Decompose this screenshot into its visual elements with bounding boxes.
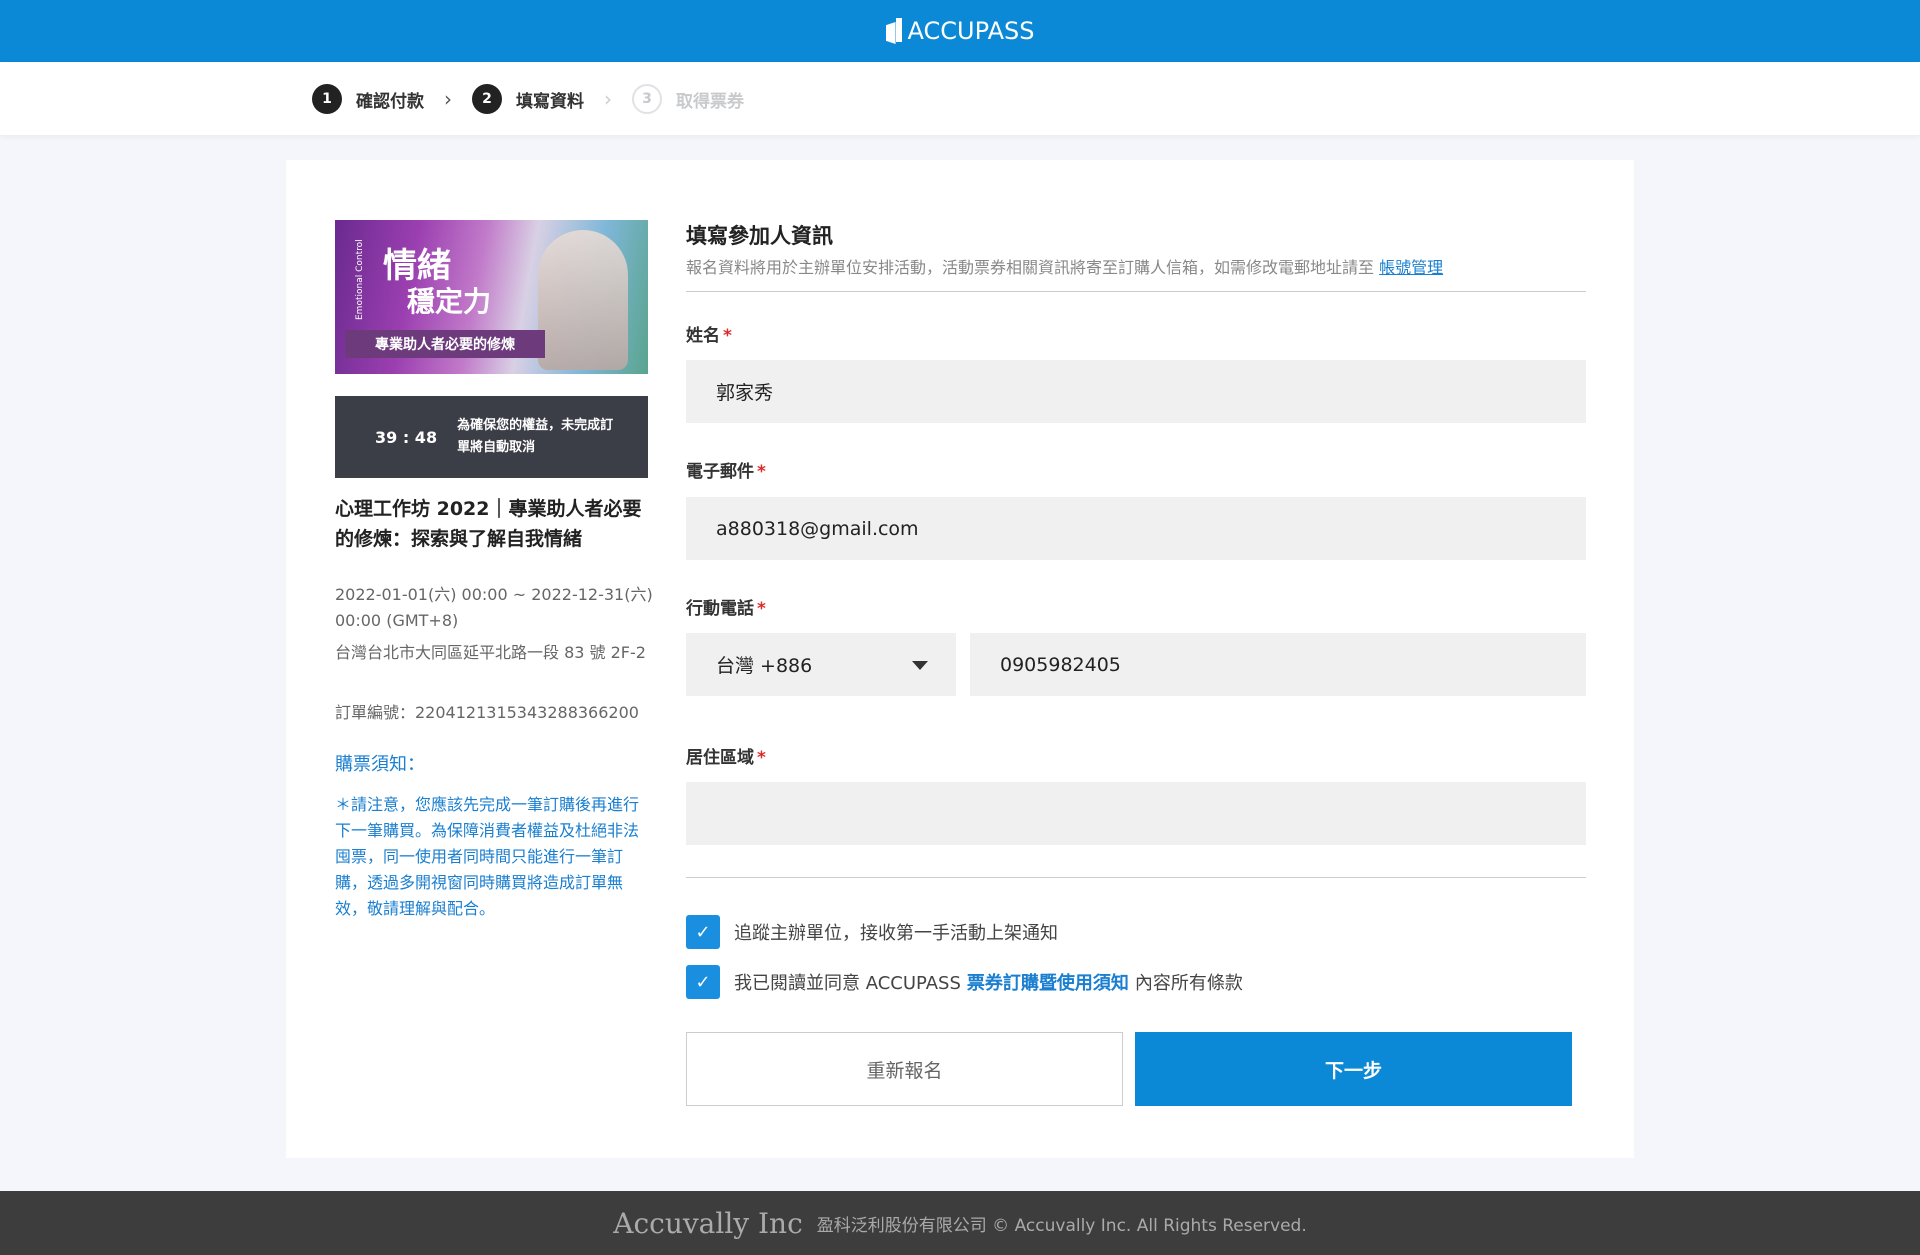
step-number: 1: [312, 84, 342, 114]
check-icon: ✓: [695, 921, 711, 943]
caret-down-icon: [912, 661, 928, 670]
agree-checkbox[interactable]: ✓: [686, 965, 720, 999]
phone-field[interactable]: 0905982405: [970, 633, 1586, 696]
agree-label-suffix: 內容所有條款: [1134, 973, 1243, 994]
region-label-text: 居住區域: [686, 748, 754, 768]
notice-body: ＊請注意，您應該先完成一筆訂購後再進行下一筆購買。為保障消費者權益及杜絕非法囤票…: [335, 795, 640, 918]
top-bar: ACCUPASS: [0, 0, 1920, 62]
logo-text: ACCUPASS: [907, 17, 1035, 45]
event-title: 心理工作坊 2022｜專業助人者必要的修煉：探索與了解自我情緒: [335, 498, 642, 550]
form-title: 填寫參加人資訊: [686, 224, 833, 248]
step-bar: 1 確認付款 › 2 填寫資料 › 3 取得票券: [0, 62, 1920, 135]
phone-label: 行動電話 *: [686, 594, 766, 619]
step-label: 確認付款: [356, 91, 424, 112]
region-field[interactable]: [686, 782, 1586, 845]
agree-label-prefix: 我已閱讀並同意 ACCUPASS: [734, 973, 961, 994]
required-mark: *: [757, 748, 766, 768]
chevron-right-icon: ›: [604, 87, 612, 111]
order-number: 訂單編號：2204121315343288366200: [335, 703, 639, 722]
next-step-button[interactable]: 下一步: [1135, 1032, 1572, 1106]
event-datetime: 2022-01-01(六) 00:00 ~ 2022-12-31(六) 00:0…: [335, 585, 653, 630]
step-number: 3: [632, 84, 662, 114]
agree-terms-row[interactable]: ✓ 我已閱讀並同意 ACCUPASS 票券訂購暨使用須知 內容所有條款: [686, 965, 1243, 999]
step-confirm-payment: 1 確認付款: [312, 84, 424, 114]
footer-copyright: 盈科泛利股份有限公司 © Accuvally Inc. All Rights R…: [816, 1215, 1307, 1236]
email-value: a880318@gmail.com: [716, 517, 919, 540]
accupass-logo[interactable]: ACCUPASS: [885, 17, 1035, 45]
terms-link[interactable]: 票券訂購暨使用須知: [967, 969, 1129, 995]
phone-value: 0905982405: [1000, 653, 1121, 676]
step-number: 2: [472, 84, 502, 114]
follow-organizer-row[interactable]: ✓ 追蹤主辦單位，接收第一手活動上架通知: [686, 915, 1058, 949]
logo-icon: [885, 18, 902, 44]
email-label-text: 電子郵件: [686, 462, 754, 482]
countdown-timer: 39 : 48 為確保您的權益，未完成訂單將自動取消: [335, 396, 648, 478]
follow-label: 追蹤主辦單位，接收第一手活動上架通知: [734, 923, 1058, 944]
country-code-value: 台灣 +886: [716, 655, 813, 677]
divider: [686, 877, 1586, 878]
name-label: 姓名 *: [686, 321, 732, 346]
step-fill-info: 2 填寫資料: [472, 84, 584, 114]
check-icon: ✓: [695, 971, 711, 993]
phone-label-text: 行動電話: [686, 599, 754, 619]
required-mark: *: [723, 326, 732, 346]
re-register-button[interactable]: 重新報名: [686, 1032, 1123, 1106]
footer-brand-logo: Accuvally Inc: [613, 1206, 803, 1240]
chevron-right-icon: ›: [444, 87, 452, 111]
required-mark: *: [757, 462, 766, 482]
account-management-link[interactable]: 帳號管理: [1379, 258, 1443, 277]
banner-portrait: [538, 230, 628, 370]
name-field[interactable]: 郭家秀: [686, 360, 1586, 423]
form-description: 報名資料將用於主辦單位安排活動，活動票券相關資訊將寄至訂購人信箱，如需修改電郵地…: [686, 254, 1443, 278]
region-label: 居住區域 *: [686, 743, 766, 768]
required-mark: *: [757, 599, 766, 619]
notice-title: 購票須知：: [335, 754, 425, 775]
country-code-select[interactable]: 台灣 +886: [686, 633, 956, 696]
step-get-ticket: 3 取得票券: [632, 84, 744, 114]
email-label: 電子郵件 *: [686, 457, 766, 482]
divider: [686, 291, 1586, 292]
banner-subtitle: 專業助人者必要的修煉: [345, 330, 545, 358]
banner-vertical-text: Emotional Control: [355, 239, 365, 320]
name-label-text: 姓名: [686, 326, 720, 346]
checkout-steps: 1 確認付款 › 2 填寫資料 › 3 取得票券: [312, 82, 744, 116]
form-description-text: 報名資料將用於主辦單位安排活動，活動票券相關資訊將寄至訂購人信箱，如需修改電郵地…: [686, 258, 1375, 277]
timer-message: 為確保您的權益，未完成訂單將自動取消: [457, 418, 614, 455]
email-field[interactable]: a880318@gmail.com: [686, 497, 1586, 560]
timer-clock: 39 : 48: [375, 427, 438, 447]
step-label: 取得票券: [676, 91, 744, 112]
name-value: 郭家秀: [716, 382, 774, 404]
follow-checkbox[interactable]: ✓: [686, 915, 720, 949]
banner-title-line2: 穩定力: [407, 285, 492, 318]
step-label: 填寫資料: [516, 91, 584, 112]
event-banner-image: Emotional Control 情緒 穩定力 專業助人者必要的修煉: [335, 220, 648, 374]
footer: Accuvally Inc 盈科泛利股份有限公司 © Accuvally Inc…: [0, 1191, 1920, 1255]
event-address: 台灣台北市大同區延平北路一段 83 號 2F-2: [335, 643, 646, 662]
